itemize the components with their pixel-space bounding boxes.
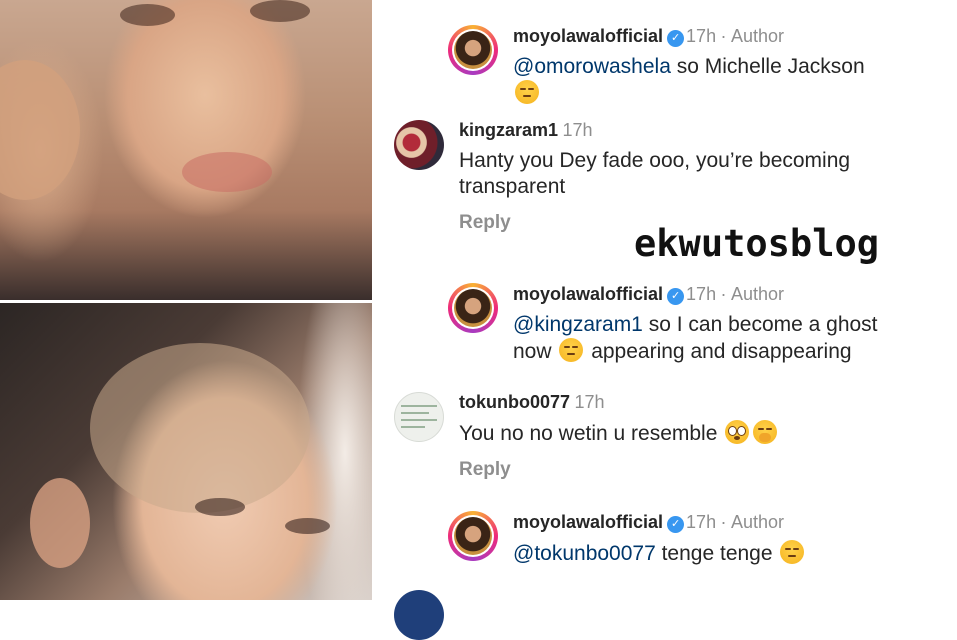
verified-badge-icon: ✓	[667, 288, 685, 305]
username[interactable]: moyolawalofficial	[513, 284, 663, 304]
lips-shade	[182, 152, 272, 192]
avatar[interactable]	[394, 392, 444, 442]
bottom-photo	[0, 303, 372, 600]
eye-shade-bottom-left	[195, 498, 245, 516]
username[interactable]: kingzaram1	[459, 120, 558, 140]
author-badge: Author	[731, 26, 785, 46]
comment-text: @omorowashela so Michelle Jackson	[513, 54, 933, 107]
username[interactable]: moyolawalofficial	[513, 26, 663, 46]
timestamp: 17h	[686, 284, 717, 304]
reply-button[interactable]: Reply	[459, 459, 511, 481]
avatar[interactable]	[394, 120, 444, 170]
mention-link[interactable]: @kingzaram1	[513, 313, 643, 336]
unamused-face-icon	[515, 80, 539, 104]
avatar[interactable]	[448, 25, 498, 75]
avatar[interactable]	[448, 283, 498, 333]
flushed-face-icon	[725, 420, 750, 444]
separator: ·	[720, 512, 727, 532]
comment-text: Hanty you Dey fade ooo, you’re becoming …	[459, 148, 939, 200]
comment-text: @tokunbo0077 tenge tenge	[513, 540, 943, 567]
comment-text: You no no wetin u resemble	[459, 420, 939, 447]
eye-shade-left	[120, 4, 175, 26]
avatar[interactable]	[448, 511, 498, 561]
top-photo	[0, 0, 372, 300]
author-badge: Author	[731, 284, 785, 304]
unamused-face-icon	[780, 540, 805, 564]
hand-shade	[0, 60, 80, 200]
timestamp: 17h	[562, 120, 593, 140]
comment-text-body: You no no wetin u resemble	[459, 422, 724, 445]
watermark: ekwutosblog	[634, 222, 880, 265]
author-badge: Author	[731, 512, 785, 532]
timestamp: 17h	[574, 392, 605, 412]
head-shade	[90, 343, 310, 513]
comment-text-body: tenge tenge	[655, 542, 779, 565]
verified-badge-icon: ✓	[667, 516, 685, 533]
comment-header: kingzaram1 17h	[459, 119, 593, 143]
ear-shade	[30, 478, 90, 568]
username[interactable]: tokunbo0077	[459, 392, 570, 412]
verified-badge-icon: ✓	[667, 30, 685, 47]
mention-link[interactable]: @tokunbo0077	[513, 542, 656, 565]
comment-text-line-1: so I can become a ghost	[642, 313, 878, 336]
comment-header: moyolawalofficial ✓ 17h · Author	[513, 283, 784, 307]
unamused-face-icon	[559, 338, 584, 362]
comment-header: moyolawalofficial ✓ 17h · Author	[513, 511, 784, 535]
timestamp: 17h	[686, 512, 717, 532]
comment-text: @kingzaram1 so I can become a ghost now …	[513, 312, 943, 365]
timestamp: 17h	[686, 26, 717, 46]
face-with-hand-over-mouth-icon	[753, 420, 778, 444]
eye-shade-bottom-right	[285, 518, 330, 534]
username[interactable]: moyolawalofficial	[513, 512, 663, 532]
comment-header: tokunbo0077 17h	[459, 391, 605, 415]
comment-header: moyolawalofficial ✓ 17h · Author	[513, 25, 784, 49]
avatar-partial[interactable]	[394, 590, 444, 640]
comment-text-line-1: Hanty you Dey fade ooo, you’re becoming	[459, 149, 851, 172]
comment-text-line-2b: appearing and disappearing	[585, 340, 852, 363]
separator: ·	[720, 26, 727, 46]
separator: ·	[720, 284, 727, 304]
comment-text-line-2: transparent	[459, 175, 566, 198]
comment-text-line-2a: now	[513, 340, 558, 363]
reply-button[interactable]: Reply	[459, 212, 511, 234]
eye-shade-right	[250, 0, 310, 22]
mention-link[interactable]: @omorowashela	[513, 55, 671, 78]
comment-text-body: so Michelle Jackson	[670, 55, 865, 78]
